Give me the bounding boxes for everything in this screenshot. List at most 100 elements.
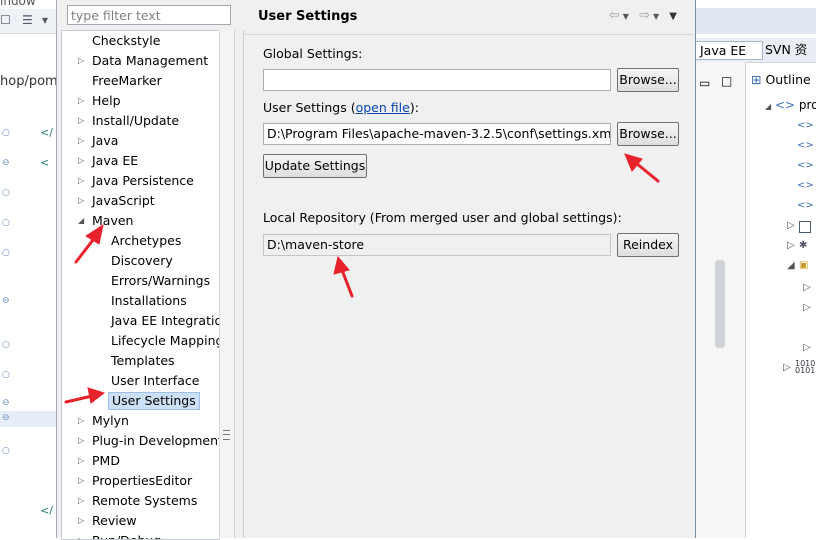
tree-item-user-interface[interactable]: User Interface [111, 372, 199, 390]
fold-icon[interactable]: ⊖ [2, 398, 10, 408]
tree-item-remote-systems[interactable]: Remote Systems [92, 492, 197, 510]
expand-arrow-icon[interactable]: ▷ [78, 52, 88, 70]
expand-arrow-icon[interactable]: ▷ [783, 362, 791, 373]
dependencies-icon: ✱ [799, 240, 808, 251]
expand-arrow-icon[interactable]: ▷ [787, 220, 795, 231]
tree-item-installations[interactable]: Installations [111, 292, 187, 310]
filter-input[interactable] [67, 5, 231, 25]
splitter-sash[interactable] [235, 30, 244, 538]
forward-dropdown-icon[interactable]: ▼ [653, 12, 662, 21]
expand-arrow-icon[interactable]: ▷ [78, 152, 88, 170]
tree-item-plug-in-development[interactable]: Plug-in Development [92, 432, 220, 450]
outline-element-icon[interactable]: <> [797, 180, 814, 191]
tree-item-javascript[interactable]: JavaScript [92, 192, 155, 210]
minimize-icon[interactable]: ▭ [699, 76, 710, 90]
expand-arrow-icon[interactable]: ▷ [78, 432, 88, 450]
collapse-arrow-icon[interactable]: ◢ [78, 212, 88, 230]
global-browse-button[interactable]: Browse... [617, 68, 679, 92]
expand-arrow-icon[interactable]: ▷ [78, 132, 88, 150]
scrollbar-thumb[interactable] [715, 260, 725, 348]
expand-arrow-icon[interactable]: ▷ [803, 342, 811, 353]
update-settings-button[interactable]: Update Settings [263, 154, 367, 178]
tree-item-discovery[interactable]: Discovery [111, 252, 173, 270]
tree-item-pmd[interactable]: PMD [92, 452, 120, 470]
expand-arrow-icon[interactable]: ▷ [803, 302, 811, 313]
back-arrow-icon[interactable]: ⇦ [609, 8, 623, 23]
page-header: User Settings ⇦▼ ⇨▼ ▼ [244, 0, 694, 35]
tree-item-java-ee-integration[interactable]: Java EE Integration [111, 312, 220, 330]
tree-scrollbar[interactable] [219, 30, 235, 538]
tree-item-maven[interactable]: Maven [92, 212, 133, 230]
title-strip [695, 8, 816, 34]
user-settings-field[interactable]: D:\Program Files\apache-maven-3.2.5\conf… [263, 123, 611, 145]
toolbar-icon[interactable]: ▾ [42, 13, 48, 27]
expand-arrow-icon[interactable]: ▷ [78, 512, 88, 530]
expand-arrow-icon[interactable]: ▷ [78, 532, 88, 539]
tree-item-install-update[interactable]: Install/Update [92, 112, 179, 130]
collapse-arrow-icon[interactable]: ◢ [765, 102, 771, 111]
package-icon: ▣ [799, 260, 809, 271]
local-repository-field: D:\maven-store [263, 234, 611, 256]
tree-item-java-persistence[interactable]: Java Persistence [92, 172, 194, 190]
local-repository-label: Local Repository (From merged user and g… [263, 210, 622, 225]
xml-element-icon: <> [774, 98, 796, 112]
tree-item-checkstyle[interactable]: Checkstyle [92, 32, 160, 50]
reindex-button[interactable]: Reindex [617, 233, 679, 257]
toolbar-icon[interactable]: ☐ [0, 13, 11, 27]
maximize-icon[interactable]: □ [721, 74, 732, 88]
tree-item-archetypes[interactable]: Archetypes [111, 232, 181, 250]
editor-toolbar: ☐ ☰ ▾ [0, 9, 56, 34]
expand-arrow-icon[interactable]: ▷ [78, 412, 88, 430]
tree-item-errors-warnings[interactable]: Errors/Warnings [111, 272, 210, 290]
expand-arrow-icon[interactable]: ▷ [78, 452, 88, 470]
minimized-editor: ▭ □ [695, 62, 746, 538]
outline-element-icon[interactable]: <> [797, 200, 814, 211]
expand-arrow-icon[interactable]: ▷ [803, 282, 811, 293]
line-marker: ○ [2, 340, 10, 350]
back-dropdown-icon[interactable]: ▼ [623, 12, 632, 21]
fold-icon[interactable]: ⊖ [2, 413, 10, 423]
tree-item-java[interactable]: Java [92, 132, 118, 150]
tree-item-run-debug[interactable]: Run/Debug [92, 532, 161, 539]
tree-item-review[interactable]: Review [92, 512, 137, 530]
editor-tab-title[interactable]: hop/pom [0, 74, 56, 89]
toolbar-icon[interactable]: ☰ [22, 13, 33, 27]
collapse-arrow-icon[interactable]: ◢ [787, 260, 795, 271]
expand-arrow-icon[interactable]: ▷ [78, 192, 88, 210]
view-menu-icon[interactable]: ▼ [669, 11, 680, 22]
open-file-link[interactable]: open file [356, 100, 410, 115]
tree-item-templates[interactable]: Templates [111, 352, 175, 370]
outline-root[interactable]: ◢ <> pro [765, 98, 816, 112]
expand-arrow-icon[interactable]: ▷ [78, 112, 88, 130]
outline-element-icon[interactable]: <> [797, 140, 814, 151]
tree-item-java-ee[interactable]: Java EE [92, 152, 138, 170]
outline-element-icon[interactable]: <> [797, 160, 814, 171]
tree-item-propertieseditor[interactable]: PropertiesEditor [92, 472, 192, 490]
tree-item-freemarker[interactable]: FreeMarker [92, 72, 162, 90]
page-title: User Settings [258, 9, 358, 24]
fold-icon[interactable]: ⊖ [2, 158, 10, 168]
global-settings-field[interactable] [263, 69, 611, 91]
page-navigation: ⇦▼ ⇨▼ ▼ [609, 8, 680, 23]
tree-item-lifecycle-mapping[interactable]: Lifecycle Mapping [111, 332, 220, 350]
fold-icon[interactable]: ⊖ [2, 296, 10, 306]
perspective-svn[interactable]: SVN 资 [761, 41, 811, 58]
tree-item-help[interactable]: Help [92, 92, 121, 110]
expand-arrow-icon[interactable]: ▷ [78, 472, 88, 490]
user-browse-button[interactable]: Browse... [617, 122, 679, 146]
binary-icon: 1010 0101 [795, 359, 816, 375]
tree-item-user-settings[interactable]: User Settings [108, 392, 200, 410]
perspective-java-ee[interactable]: Java EE [695, 41, 763, 60]
outline-element-icon[interactable]: <> [797, 120, 814, 131]
expand-arrow-icon[interactable]: ▷ [78, 172, 88, 190]
expand-arrow-icon[interactable]: ▷ [787, 240, 795, 251]
expand-arrow-icon[interactable]: ▷ [78, 92, 88, 110]
scrollbar-grip[interactable] [223, 430, 230, 440]
line-marker: ○ [2, 128, 10, 138]
tree-item-mylyn[interactable]: Mylyn [92, 412, 129, 430]
expand-arrow-icon[interactable]: ▷ [78, 492, 88, 510]
preferences-dialog: Checkstyle ▷ Data Management FreeMarker … [56, 0, 696, 540]
tree-item-data-management[interactable]: Data Management [92, 52, 208, 70]
forward-arrow-icon[interactable]: ⇨ [639, 8, 653, 23]
outline-view-title[interactable]: ⊞ Outline [751, 72, 816, 92]
